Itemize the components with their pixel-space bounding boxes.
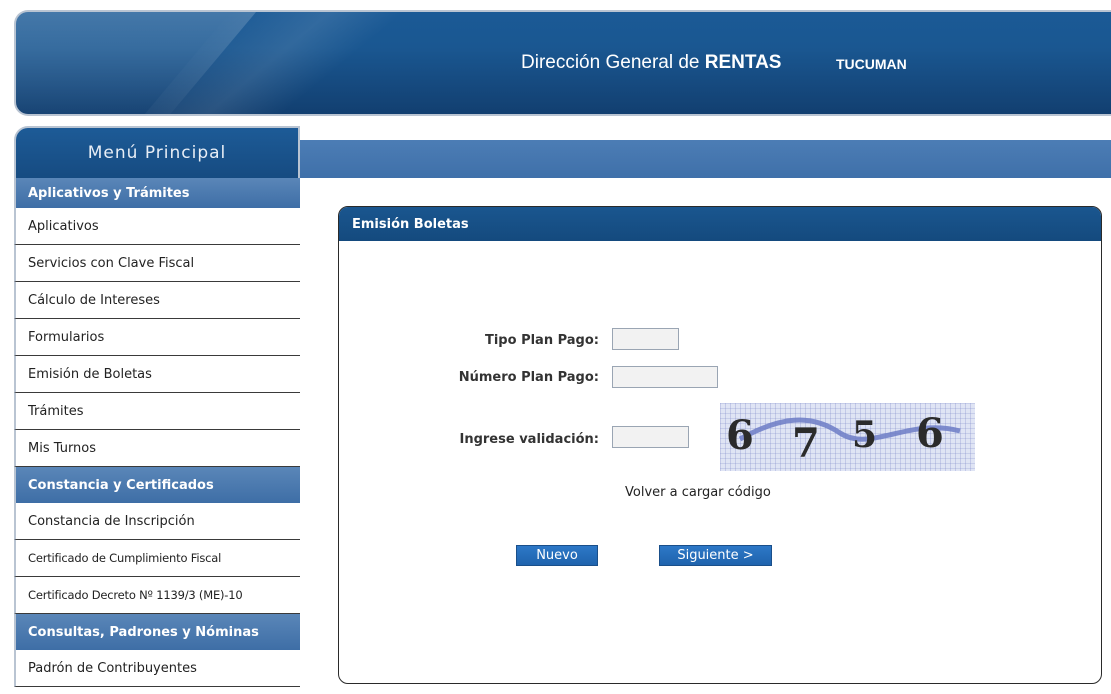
section-consultas-padrones: Consultas, Padrones y Nóminas	[14, 614, 300, 650]
captcha-char-3: 6	[916, 410, 944, 457]
header-title: Dirección General de RENTAS	[521, 52, 781, 74]
panel-title: Emisión Boletas	[339, 207, 1101, 241]
captcha-char-0: 6	[726, 412, 754, 459]
sidebar-item-constancia-inscripcion[interactable]: Constancia de Inscripción	[14, 503, 300, 540]
header-region: TUCUMAN	[836, 56, 907, 72]
sidebar-item-padron-contribuyentes[interactable]: Padrón de Contribuyentes	[14, 650, 300, 687]
top-bar	[300, 140, 1111, 178]
menu-title: Menú Principal	[14, 126, 300, 178]
captcha-char-2: 5	[852, 414, 877, 456]
sidebar-item-certificado-decreto[interactable]: Certificado Decreto Nº 1139/3 (ME)-10	[14, 577, 300, 614]
reload-captcha-link[interactable]: Volver a cargar código	[625, 485, 771, 500]
captcha-image: 6 7 5 6	[720, 403, 975, 471]
nuevo-button[interactable]: Nuevo	[516, 545, 598, 566]
numero-plan-input[interactable]	[612, 366, 718, 388]
validacion-input[interactable]	[612, 426, 689, 448]
sidebar-item-formularios[interactable]: Formularios	[14, 319, 300, 356]
emision-boletas-panel: Emisión Boletas Tipo Plan Pago: Número P…	[338, 206, 1102, 684]
header-banner: Dirección General de RENTAS TUCUMAN	[14, 10, 1111, 116]
header-title-strong: RENTAS	[704, 52, 782, 73]
tipo-plan-input[interactable]	[612, 328, 679, 350]
section-aplicativos-tramites: Aplicativos y Trámites	[14, 178, 300, 208]
captcha-char-1: 7	[792, 420, 820, 467]
sidebar-item-calculo-intereses[interactable]: Cálculo de Intereses	[14, 282, 300, 319]
section-constancia-certificados: Constancia y Certificados	[14, 467, 300, 503]
sidebar: Menú Principal Aplicativos y Trámites Ap…	[14, 126, 300, 694]
sidebar-item-servicios-clave-fiscal[interactable]: Servicios con Clave Fiscal	[14, 245, 300, 282]
header-title-prefix: Dirección General de	[521, 52, 705, 73]
tipo-plan-label: Tipo Plan Pago:	[484, 333, 599, 348]
numero-plan-label: Número Plan Pago:	[458, 370, 599, 385]
siguiente-button[interactable]: Siguiente >	[659, 545, 772, 566]
sidebar-item-aplicativos[interactable]: Aplicativos	[14, 208, 300, 245]
validacion-label: Ingrese validación:	[459, 432, 600, 447]
sidebar-item-tramites[interactable]: Trámites	[14, 393, 300, 430]
sidebar-item-certificado-cumplimiento[interactable]: Certificado de Cumplimiento Fiscal	[14, 540, 300, 577]
sidebar-item-mis-turnos[interactable]: Mis Turnos	[14, 430, 300, 467]
sidebar-item-emision-boletas[interactable]: Emisión de Boletas	[14, 356, 300, 393]
